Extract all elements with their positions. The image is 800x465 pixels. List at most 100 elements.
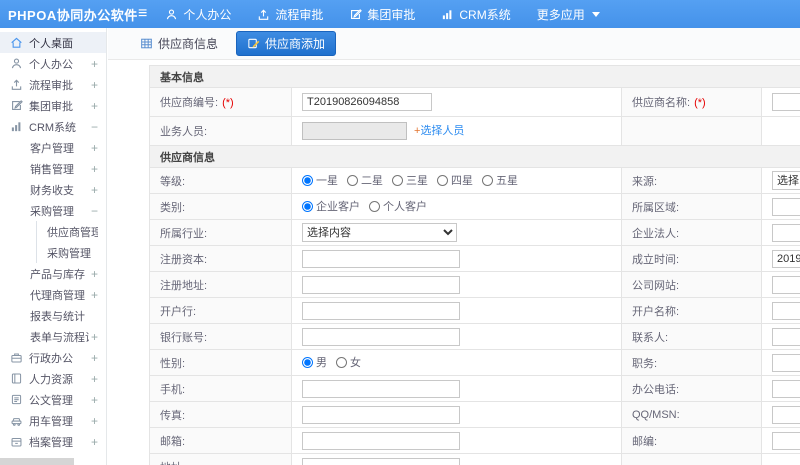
level-radio-option[interactable]: 二星 [347, 172, 383, 188]
sales-person-picker-link[interactable]: +选择人员 [414, 125, 464, 137]
expander-icon[interactable]: + [91, 372, 98, 386]
sidebar-item[interactable]: 个人桌面 [0, 32, 106, 53]
sidebar-item-label: 财务收支 [30, 184, 74, 197]
level-radio[interactable] [392, 174, 403, 186]
registered-address-input[interactable] [302, 275, 460, 294]
expander-icon[interactable]: + [91, 435, 98, 449]
expander-icon[interactable]: + [91, 162, 98, 176]
expander-icon[interactable]: + [91, 267, 98, 281]
sidebar-item-label: 个人桌面 [29, 37, 73, 50]
bank-account-input[interactable] [302, 327, 460, 346]
expander-icon[interactable]: + [91, 351, 98, 365]
source-select[interactable]: 选择内容 [772, 171, 800, 190]
topnav-item-1[interactable]: 个人办公 [165, 6, 231, 23]
sidebar-item[interactable]: 用车管理 + [0, 410, 106, 431]
form-row: 传真: QQ/MSN: [149, 401, 800, 428]
sidebar-item[interactable]: 采购管理 [37, 242, 106, 263]
expander-icon[interactable]: + [91, 99, 98, 113]
sidebar-item[interactable]: 行政办公 + [0, 347, 106, 368]
topnav-item-label: 个人办公 [183, 7, 232, 22]
sidebar-item[interactable]: 报表与统计 [0, 305, 106, 326]
field-label: 供应商名称: [632, 97, 691, 109]
sidebar-item[interactable]: 采购管理 − [0, 200, 106, 221]
gender-radio[interactable] [336, 356, 347, 368]
sidebar-item[interactable]: 财务收支 + [0, 179, 106, 200]
group-approve-icon [10, 99, 23, 112]
bank-branch-input[interactable] [302, 301, 460, 320]
sidebar-item[interactable]: 产品与库存 + [0, 263, 106, 284]
tab-2[interactable]: 供应商添加 [236, 31, 337, 56]
account-name-input[interactable] [772, 301, 800, 320]
address-input[interactable] [302, 457, 460, 465]
level-radio-option[interactable]: 三星 [392, 172, 428, 188]
position-input[interactable] [772, 353, 800, 372]
sidebar-item[interactable]: CRM系统 − [0, 116, 106, 137]
mobile-input[interactable] [302, 379, 460, 398]
expander-icon[interactable]: + [91, 414, 98, 428]
sidebar-item[interactable]: 表单与流程设置+ [0, 326, 106, 347]
level-radio-option[interactable]: 四星 [437, 172, 473, 188]
expander-icon[interactable]: + [91, 78, 98, 92]
level-radio-option[interactable]: 五星 [482, 172, 518, 188]
horizontal-scrollbar-thumb[interactable] [0, 458, 74, 465]
expander-icon[interactable]: + [91, 57, 98, 71]
sidebar-item[interactable]: 客户管理 + [0, 137, 106, 158]
expander-icon[interactable]: + [91, 393, 98, 407]
expander-icon[interactable]: − [91, 120, 98, 134]
level-radio[interactable] [347, 174, 358, 186]
category-radio-option[interactable]: 企业客户 [302, 198, 360, 214]
legal-person-input[interactable] [772, 223, 800, 242]
tab-1[interactable]: 供应商信息 [134, 32, 224, 55]
industry-select[interactable]: 选择内容 [302, 223, 457, 242]
level-radio[interactable] [482, 174, 493, 186]
category-radio-option[interactable]: 个人客户 [369, 198, 427, 214]
region-input[interactable] [772, 197, 800, 216]
contact-person-input[interactable] [772, 327, 800, 346]
expander-icon[interactable]: − [91, 204, 98, 218]
topnav-item-4[interactable]: CRM系统 [441, 6, 511, 23]
menu-toggle-icon[interactable]: ≡ [138, 6, 147, 22]
topnav-item-3[interactable]: 集团审批 [349, 6, 415, 23]
category-radio[interactable] [302, 200, 313, 212]
sidebar-item-label: 代理商管理 [30, 289, 85, 302]
qq-msn-input[interactable] [772, 405, 800, 424]
category-radio[interactable] [369, 200, 380, 212]
website-input[interactable] [772, 275, 800, 294]
gender-radio[interactable] [302, 356, 313, 368]
sidebar-item[interactable]: 公文管理 + [0, 389, 106, 410]
car-icon [10, 414, 23, 427]
fax-input[interactable] [302, 405, 460, 424]
sidebar-item[interactable]: 人力资源 + [0, 368, 106, 389]
sales-person-input[interactable] [302, 122, 407, 141]
topnav-item-5[interactable]: 更多应用 [537, 6, 600, 23]
sidebar-item[interactable]: 集团审批 + [0, 95, 106, 116]
expander-icon[interactable]: + [91, 141, 98, 155]
sidebar-item[interactable]: 流程审批 + [0, 74, 106, 95]
supplier-name-input[interactable] [772, 93, 800, 111]
founded-date-input[interactable] [772, 249, 800, 268]
sidebar-item[interactable]: 代理商管理 + [0, 284, 106, 305]
sidebar-item-label: 集团审批 [29, 100, 73, 113]
level-radio[interactable] [437, 174, 448, 186]
office-phone-input[interactable] [772, 379, 800, 398]
expander-icon[interactable]: + [91, 183, 98, 197]
topnav-item-2[interactable]: 流程审批 [257, 6, 323, 23]
sidebar: 个人桌面 个人办公 + 流程审批 + 集团审批 + CRM系统 − 客户管理 + 销售管理 + 财务收支 +… [0, 28, 107, 465]
gender-radio-option[interactable]: 女 [336, 354, 361, 370]
sidebar-item-label: 客户管理 [30, 142, 74, 155]
field-label: 企业法人: [632, 227, 680, 240]
sidebar-item[interactable]: 供应商管理 [37, 221, 106, 242]
expander-icon[interactable]: + [91, 288, 98, 302]
email-input[interactable] [302, 431, 460, 450]
expander-icon[interactable]: + [91, 330, 98, 344]
sidebar-item[interactable]: 销售管理 + [0, 158, 106, 179]
field-label: 注册资本: [160, 253, 208, 266]
postcode-input[interactable] [772, 431, 800, 450]
sidebar-item[interactable]: 档案管理 + [0, 431, 106, 452]
sidebar-item[interactable]: 个人办公 + [0, 53, 106, 74]
level-radio[interactable] [302, 174, 313, 186]
level-radio-option[interactable]: 一星 [302, 172, 338, 188]
gender-radio-option[interactable]: 男 [302, 354, 327, 370]
registered-capital-input[interactable] [302, 249, 460, 268]
supplier-code-input[interactable] [302, 93, 432, 111]
